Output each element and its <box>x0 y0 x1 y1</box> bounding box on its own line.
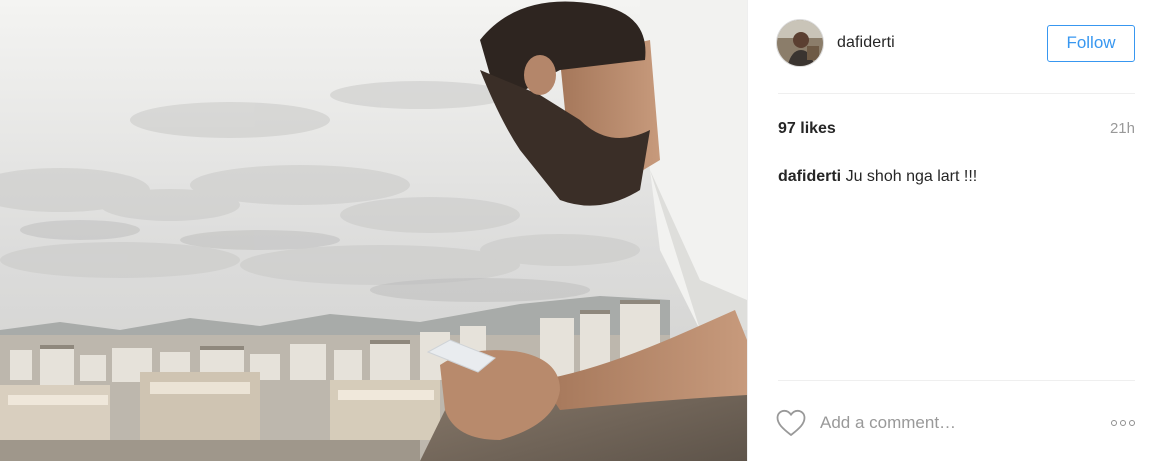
post-header: dafiderti Follow <box>776 17 1135 69</box>
comment-bar <box>776 408 1135 438</box>
more-options-icon[interactable] <box>1111 420 1135 426</box>
post-photo[interactable] <box>0 0 747 461</box>
more-dot <box>1111 420 1117 426</box>
likes-row: 97 likes 21h <box>778 120 1135 138</box>
caption-text: Ju shoh nga lart !!! <box>845 168 978 185</box>
header-divider <box>778 93 1135 94</box>
comment-input[interactable] <box>820 413 1090 433</box>
heart-icon[interactable] <box>776 409 806 437</box>
comments-divider <box>778 380 1135 381</box>
likes-count[interactable]: 97 likes <box>778 120 836 138</box>
more-dot <box>1129 420 1135 426</box>
photo-illustration <box>0 0 747 461</box>
more-dot <box>1120 420 1126 426</box>
author-username[interactable]: dafiderti <box>837 34 895 52</box>
post-caption: dafiderti Ju shoh nga lart !!! <box>778 168 1135 186</box>
post-details-panel: dafiderti Follow 97 likes 21h dafiderti … <box>747 0 1164 461</box>
avatar[interactable] <box>776 19 824 67</box>
avatar-image <box>777 20 823 66</box>
post-timestamp[interactable]: 21h <box>1110 120 1135 137</box>
caption-username[interactable]: dafiderti <box>778 168 841 185</box>
post-view: dafiderti Follow 97 likes 21h dafiderti … <box>0 0 1164 461</box>
follow-button[interactable]: Follow <box>1047 24 1135 62</box>
